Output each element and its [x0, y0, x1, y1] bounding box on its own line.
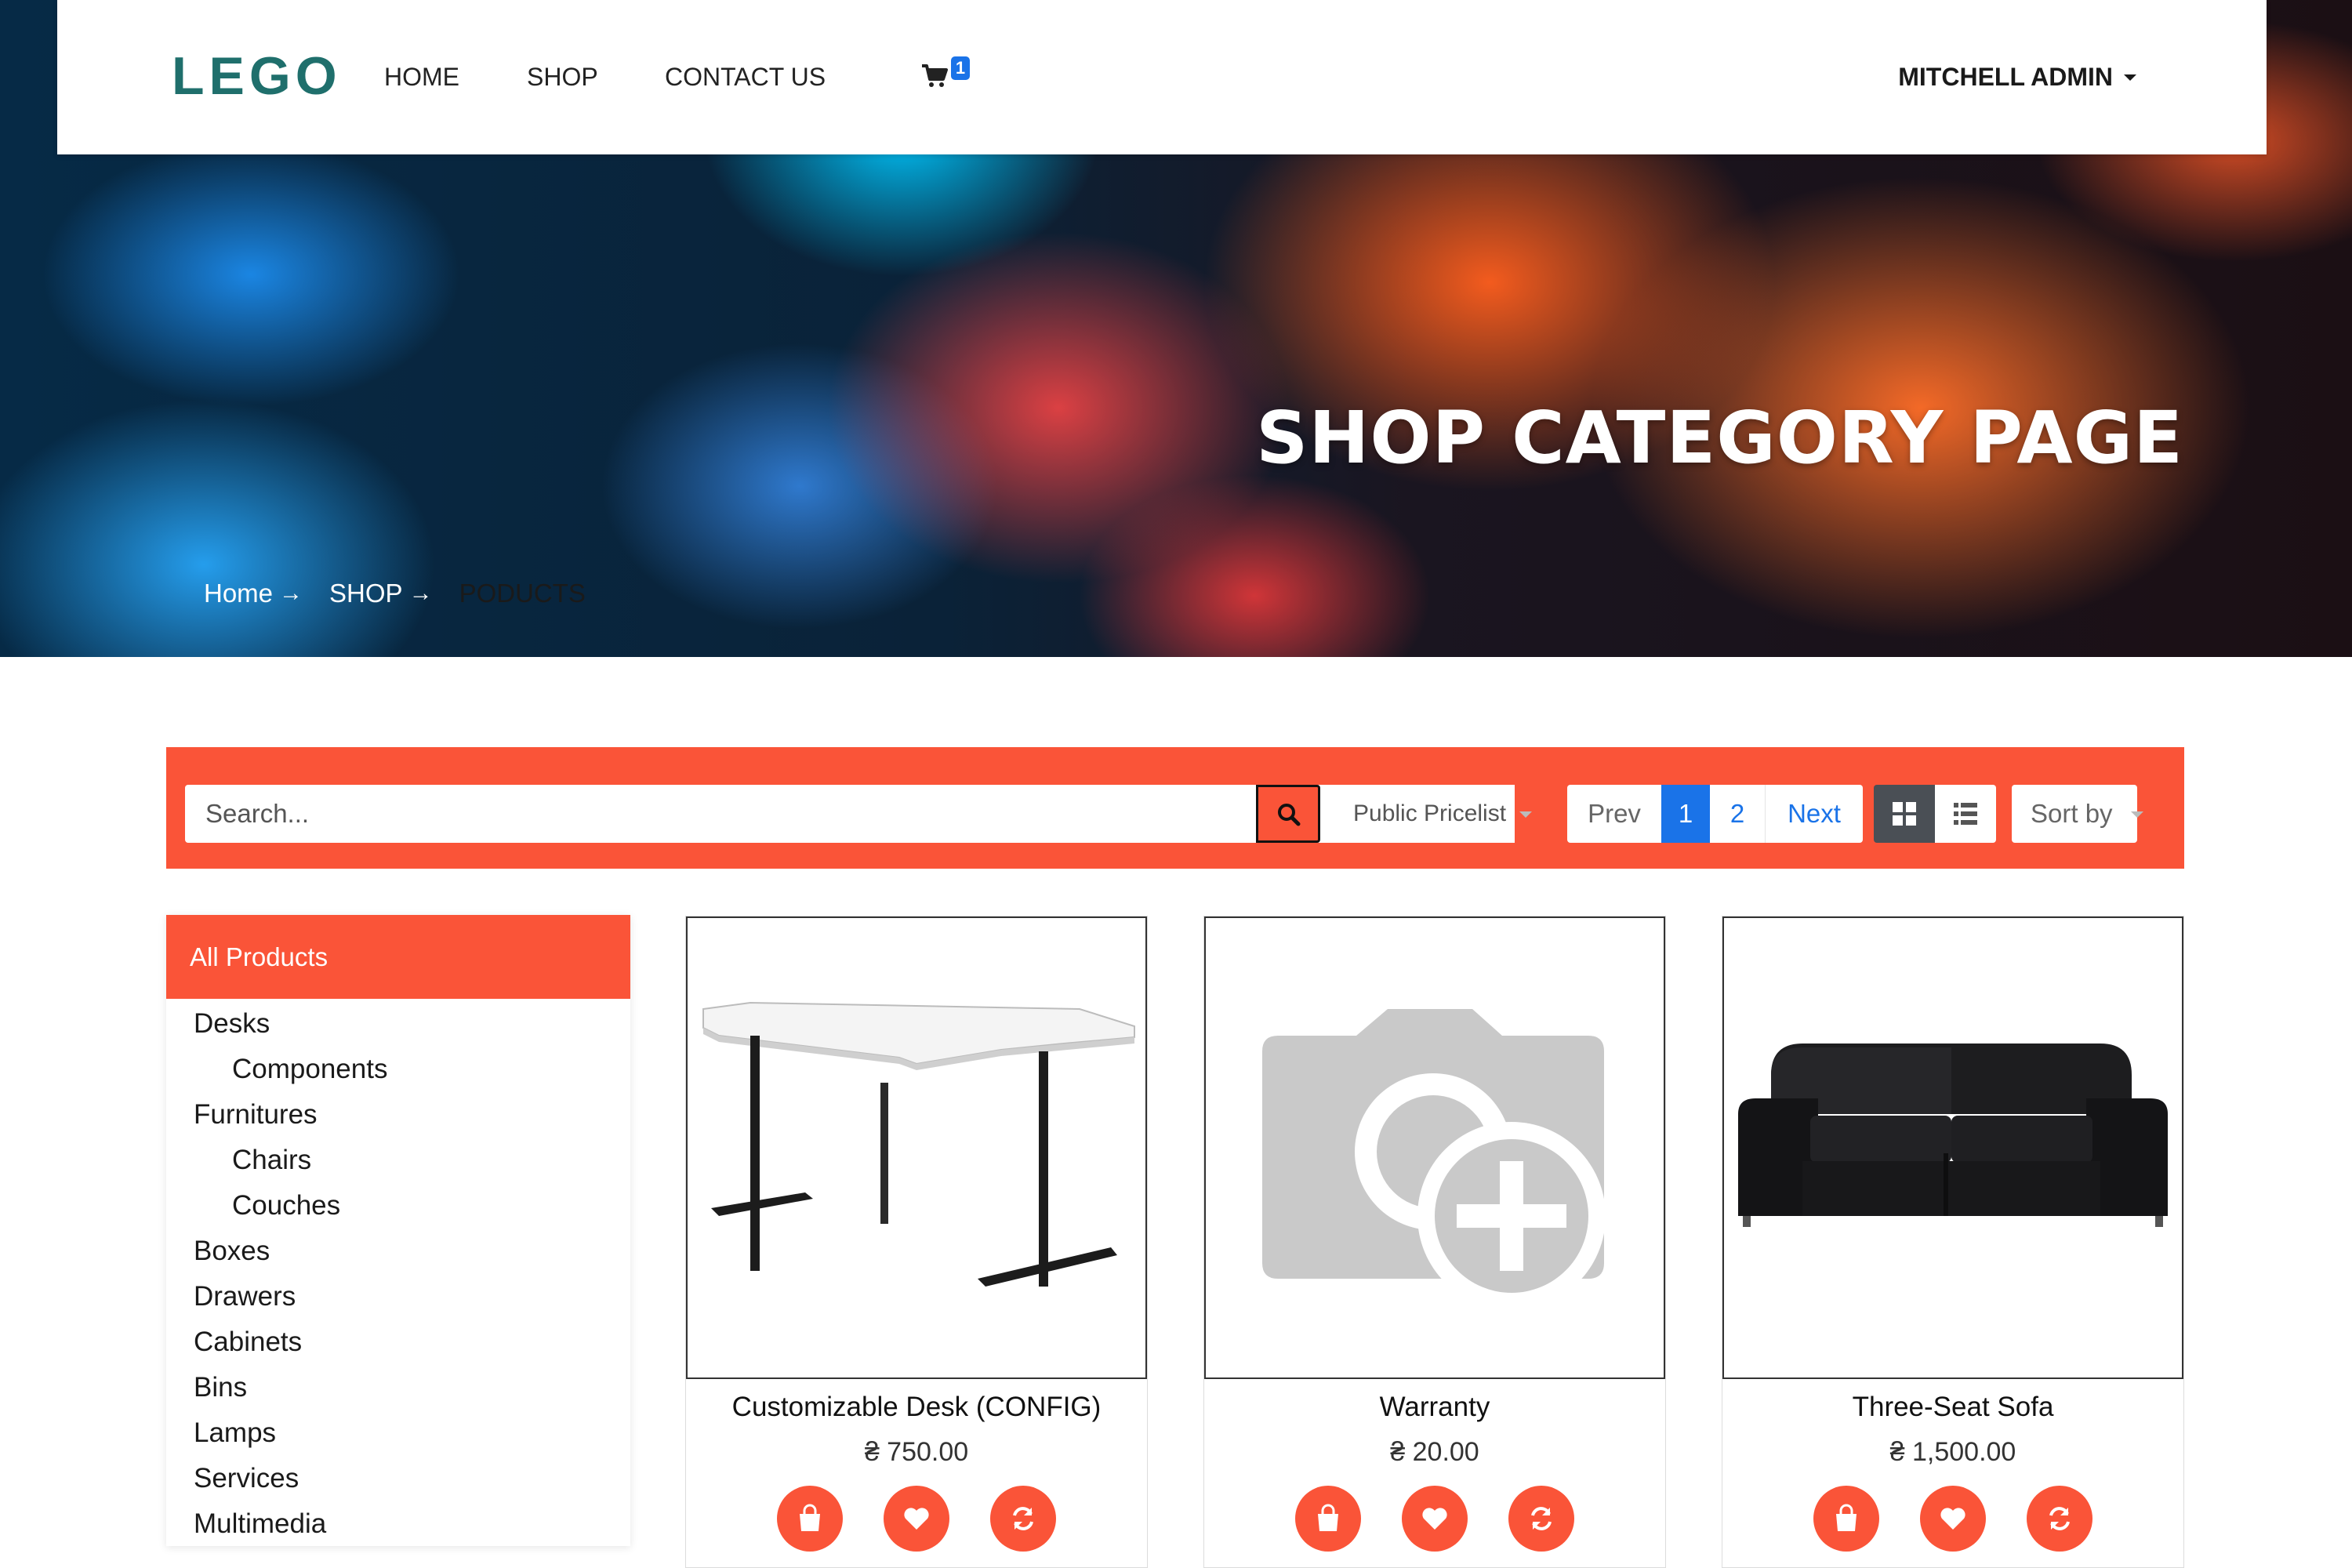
chevron-down-icon	[2124, 74, 2136, 81]
sort-dropdown[interactable]: Sort by	[2012, 785, 2137, 843]
grid-view-icon	[1893, 802, 1916, 826]
chevron-down-icon	[2131, 811, 2143, 818]
search-icon	[1278, 804, 1301, 826]
desk-image	[702, 1001, 1135, 1287]
product-card[interactable]: Customizable Desk (CONFIG) ₴ 750.00	[685, 916, 1148, 1568]
pagination: Prev 1 2 Next	[1567, 785, 1863, 843]
site-logo[interactable]: LEGO	[172, 45, 342, 107]
heart-icon	[904, 1508, 929, 1530]
cart-count-badge: 1	[951, 56, 970, 80]
category-chairs[interactable]: Chairs	[166, 1145, 630, 1190]
list-view-button[interactable]	[1935, 785, 1996, 843]
shopping-bag-icon	[1836, 1504, 1857, 1531]
product-price: ₴ 1,500.00	[1889, 1437, 2016, 1467]
cart-button[interactable]: 1	[921, 55, 976, 94]
arrow-right-icon: →	[408, 580, 433, 606]
refresh-icon	[1531, 1507, 1552, 1530]
nav-shop[interactable]: SHOP	[527, 63, 598, 92]
product-card[interactable]: Three-Seat Sofa ₴ 1,500.00	[1722, 916, 2184, 1568]
product-price: ₴ 20.00	[1390, 1437, 1479, 1467]
category-desks[interactable]: Desks	[166, 1008, 630, 1054]
pricelist-label: Public Pricelist	[1353, 800, 1507, 826]
product-name[interactable]: Customizable Desk (CONFIG)	[686, 1392, 1147, 1423]
add-to-cart-button[interactable]	[777, 1486, 843, 1552]
breadcrumb-current: PODUCTS	[459, 579, 586, 608]
shopping-bag-icon	[1318, 1504, 1338, 1531]
product-name[interactable]: Warranty	[1204, 1392, 1665, 1423]
grid-view-button[interactable]	[1874, 785, 1935, 843]
category-couches[interactable]: Couches	[166, 1190, 630, 1236]
category-sidebar: All Products Desks Components Furnitures…	[166, 915, 630, 1546]
product-image[interactable]	[686, 916, 1147, 1379]
add-to-wishlist-button[interactable]	[884, 1486, 949, 1552]
add-to-wishlist-button[interactable]	[1920, 1486, 1986, 1552]
pricelist-dropdown[interactable]: Public Pricelist	[1334, 785, 1515, 843]
breadcrumb: Home → SHOP → PODUCTS	[204, 579, 586, 608]
arrow-right-icon: →	[279, 580, 303, 606]
product-price: ₴ 750.00	[864, 1437, 969, 1467]
shopping-bag-icon	[800, 1504, 820, 1531]
shopping-cart-icon	[922, 64, 948, 87]
category-services[interactable]: Services	[166, 1463, 630, 1508]
nav-contact-us[interactable]: CONTACT US	[665, 63, 826, 92]
breadcrumb-shop[interactable]: SHOP	[329, 579, 403, 608]
category-components[interactable]: Components	[166, 1054, 630, 1099]
sort-label: Sort by	[2031, 799, 2113, 828]
pager-next[interactable]: Next	[1766, 785, 1863, 843]
pager-page-1[interactable]: 1	[1661, 785, 1710, 843]
heart-icon	[1422, 1508, 1447, 1530]
category-list: Desks Components Furnitures Chairs Couch…	[166, 1008, 630, 1554]
camera-placeholder-icon	[1262, 1009, 1606, 1310]
search-input[interactable]	[185, 785, 1344, 843]
category-bins[interactable]: Bins	[166, 1372, 630, 1417]
nav-home[interactable]: HOME	[384, 63, 459, 92]
add-to-wishlist-button[interactable]	[1402, 1486, 1468, 1552]
user-menu[interactable]: MITCHELL ADMIN	[1898, 63, 2136, 92]
refresh-icon	[1013, 1507, 1033, 1530]
product-image[interactable]	[1204, 916, 1665, 1379]
category-drawers[interactable]: Drawers	[166, 1281, 630, 1327]
category-boxes[interactable]: Boxes	[166, 1236, 630, 1281]
refresh-icon	[2049, 1507, 2070, 1530]
product-name[interactable]: Three-Seat Sofa	[1722, 1392, 2183, 1423]
user-name: MITCHELL ADMIN	[1898, 63, 2113, 91]
sofa-image	[1738, 1044, 2168, 1227]
pager-prev[interactable]: Prev	[1567, 785, 1661, 843]
category-lamps[interactable]: Lamps	[166, 1417, 630, 1463]
shop-toolbar: Public Pricelist Prev 1 2 Next Sort by	[166, 747, 2184, 869]
add-to-cart-button[interactable]	[1813, 1486, 1879, 1552]
top-navbar: LEGO HOME SHOP CONTACT US 1 MITCHELL ADM…	[57, 0, 2267, 154]
heart-icon	[1940, 1508, 1965, 1530]
compare-button[interactable]	[2027, 1486, 2092, 1552]
breadcrumb-home[interactable]: Home	[204, 579, 273, 608]
compare-button[interactable]	[1508, 1486, 1574, 1552]
product-card[interactable]: Warranty ₴ 20.00	[1203, 916, 1666, 1568]
product-image[interactable]	[1722, 916, 2183, 1379]
category-multimedia[interactable]: Multimedia	[166, 1508, 630, 1554]
add-to-cart-button[interactable]	[1295, 1486, 1361, 1552]
category-cabinets[interactable]: Cabinets	[166, 1327, 630, 1372]
page-title: SHOP CATEGORY PAGE	[1256, 396, 2183, 480]
pager-page-2[interactable]: 2	[1710, 785, 1766, 843]
search-button[interactable]	[1256, 785, 1320, 843]
list-view-icon	[1954, 803, 1977, 825]
compare-button[interactable]	[990, 1486, 1056, 1552]
category-all-products[interactable]: All Products	[166, 915, 630, 999]
chevron-down-icon	[1519, 811, 1532, 818]
category-furnitures[interactable]: Furnitures	[166, 1099, 630, 1145]
